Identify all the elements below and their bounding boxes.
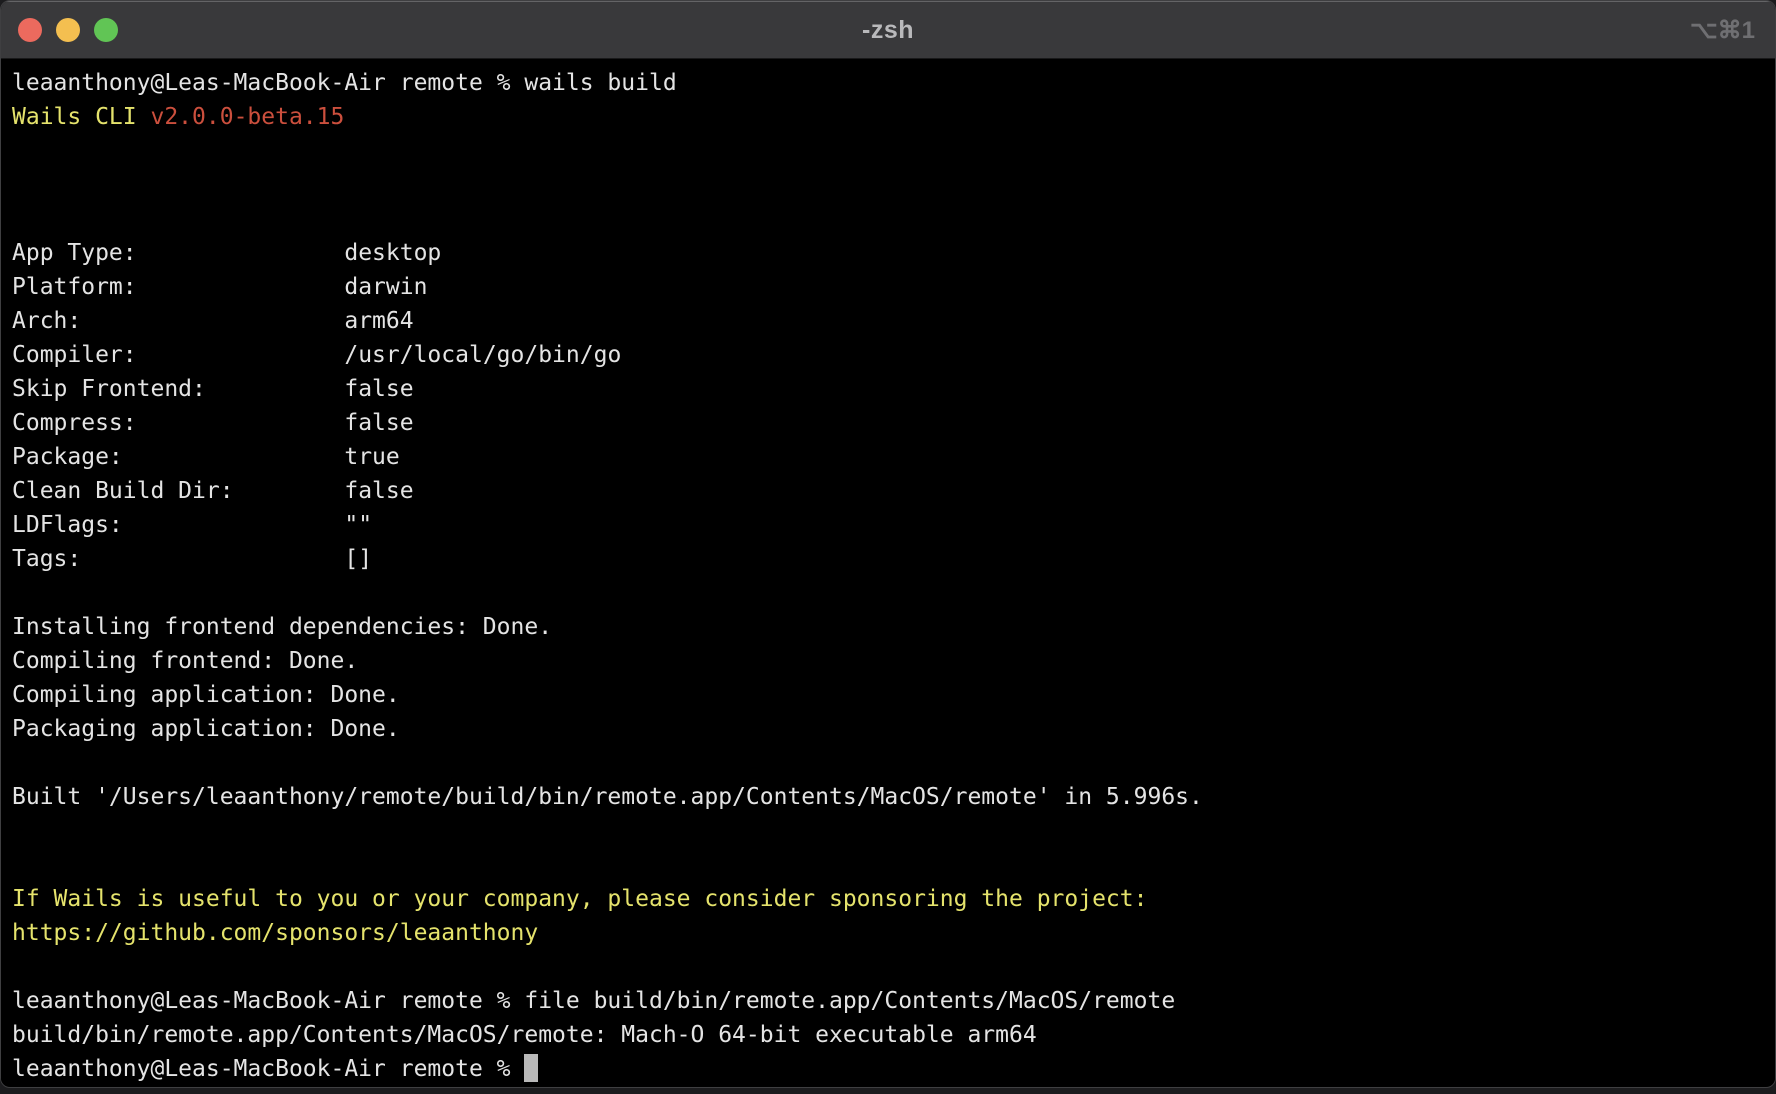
terminal-line: leaanthony@Leas-MacBook-Air remote % wai… [12, 66, 1775, 100]
terminal-text: Installing frontend dependencies: Done. [12, 614, 552, 640]
terminal-text: Built '/Users/leaanthony/remote/build/bi… [12, 784, 1203, 810]
terminal-text: App Type: [12, 240, 344, 266]
terminal-text: Arch: [12, 308, 344, 334]
terminal-line: LDFlags: "" [12, 508, 1775, 542]
tab-shortcut-badge: ⌥⌘1 [1690, 16, 1755, 45]
terminal-window: -zsh ⌥⌘1 leaanthony@Leas-MacBook-Air rem… [0, 0, 1776, 1088]
terminal-line [12, 168, 1775, 202]
terminal-text: [] [344, 546, 372, 572]
terminal-line [12, 814, 1775, 848]
terminal-line: Compiler: /usr/local/go/bin/go [12, 338, 1775, 372]
terminal-line [12, 202, 1775, 236]
terminal-line: Clean Build Dir: false [12, 474, 1775, 508]
terminal-text: LDFlags: [12, 512, 344, 538]
terminal-text: Compiler: [12, 342, 344, 368]
terminal-text: false [344, 376, 413, 402]
terminal-line [12, 134, 1775, 168]
terminal-text: /usr/local/go/bin/go [344, 342, 621, 368]
terminal-text: true [344, 444, 399, 470]
terminal-line: App Type: desktop [12, 236, 1775, 270]
terminal-line [12, 848, 1775, 882]
terminal-text: leaanthony@Leas-MacBook-Air remote % wai… [12, 70, 677, 96]
terminal-text: desktop [344, 240, 441, 266]
terminal-text: Compiling application: Done. [12, 682, 400, 708]
terminal-text: leaanthony@Leas-MacBook-Air remote % fil… [12, 988, 1175, 1014]
terminal-line: Compress: false [12, 406, 1775, 440]
terminal-text: Clean Build Dir: [12, 478, 344, 504]
terminal-text: Package: [12, 444, 344, 470]
terminal-text: leaanthony@Leas-MacBook-Air remote % [12, 1056, 524, 1082]
terminal-text: Platform: [12, 274, 344, 300]
terminal-text: Wails CLI [12, 104, 150, 130]
terminal-text: https://github.com/sponsors/leaanthony [12, 920, 538, 946]
terminal-line: build/bin/remote.app/Contents/MacOS/remo… [12, 1018, 1775, 1052]
terminal-line: Skip Frontend: false [12, 372, 1775, 406]
window-titlebar[interactable]: -zsh ⌥⌘1 [1, 1, 1775, 59]
terminal-text: false [344, 478, 413, 504]
terminal-line [12, 950, 1775, 984]
terminal-line [12, 746, 1775, 780]
terminal-text: Packaging application: Done. [12, 716, 400, 742]
terminal-line: Compiling application: Done. [12, 678, 1775, 712]
terminal-text: arm64 [344, 308, 413, 334]
terminal-line: Packaging application: Done. [12, 712, 1775, 746]
terminal-line: Compiling frontend: Done. [12, 644, 1775, 678]
terminal-text: Skip Frontend: [12, 376, 344, 402]
terminal-text: Compiling frontend: Done. [12, 648, 358, 674]
terminal-line: Wails CLI v2.0.0-beta.15 [12, 100, 1775, 134]
terminal-line: Tags: [] [12, 542, 1775, 576]
terminal-line [12, 576, 1775, 610]
text-cursor [524, 1054, 538, 1082]
terminal-text: false [344, 410, 413, 436]
terminal-line: https://github.com/sponsors/leaanthony [12, 916, 1775, 950]
terminal-text: If Wails is useful to you or your compan… [12, 886, 1147, 912]
terminal-line: leaanthony@Leas-MacBook-Air remote % [12, 1052, 1775, 1086]
terminal-line: Package: true [12, 440, 1775, 474]
terminal-text: Compress: [12, 410, 344, 436]
terminal-line: leaanthony@Leas-MacBook-Air remote % fil… [12, 984, 1775, 1018]
terminal-text: Tags: [12, 546, 344, 572]
terminal-text: build/bin/remote.app/Contents/MacOS/remo… [12, 1022, 1037, 1048]
terminal-line: Built '/Users/leaanthony/remote/build/bi… [12, 780, 1775, 814]
window-title: -zsh [1, 16, 1775, 45]
terminal-line: Installing frontend dependencies: Done. [12, 610, 1775, 644]
terminal-line: Arch: arm64 [12, 304, 1775, 338]
terminal-line: Platform: darwin [12, 270, 1775, 304]
terminal-line: If Wails is useful to you or your compan… [12, 882, 1775, 916]
terminal-text: darwin [344, 274, 427, 300]
terminal-body[interactable]: leaanthony@Leas-MacBook-Air remote % wai… [1, 59, 1775, 1086]
terminal-text: v2.0.0-beta.15 [150, 104, 344, 130]
terminal-text: "" [344, 512, 372, 538]
